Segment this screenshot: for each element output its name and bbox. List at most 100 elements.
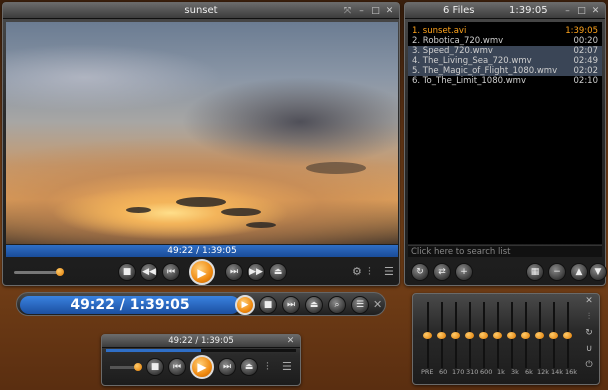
power-icon[interactable]: ⏻ — [585, 360, 592, 370]
eq-knob[interactable] — [535, 332, 544, 339]
stop-button[interactable]: ■ — [259, 296, 277, 314]
menu-icon[interactable]: ☰ — [351, 296, 369, 314]
volume-knob[interactable] — [134, 363, 142, 371]
close-icon[interactable]: ✕ — [285, 335, 296, 348]
main-titlebar[interactable]: sunset ⤧ – □ ✕ — [3, 3, 399, 19]
volume-knob[interactable] — [56, 268, 64, 276]
eq-label: 6k — [525, 368, 533, 376]
list-item[interactable]: 2. Robotica_720.wmv 00:20 — [408, 36, 602, 46]
mini-time-display[interactable]: 49:22 / 1:39:05 — [20, 296, 240, 314]
minimize-icon[interactable]: – — [356, 3, 367, 19]
mini-control-bar: 49:22 / 1:39:05 ▶ ■ ⏭ ⏏ ⌕ ☰ ✕ — [16, 292, 386, 316]
eq-knob[interactable] — [507, 332, 516, 339]
minimize-icon[interactable]: – — [562, 3, 573, 19]
eq-band[interactable] — [479, 302, 488, 370]
eq-knob[interactable] — [549, 332, 558, 339]
equalizer-icon[interactable]: ⫶ — [368, 265, 371, 279]
equalizer-icon[interactable]: ⫶ — [588, 312, 590, 322]
prev-button[interactable]: ⏮ — [162, 263, 180, 281]
next-button[interactable]: ⏭ — [282, 296, 300, 314]
eq-band[interactable] — [549, 302, 558, 370]
equalizer-icon[interactable]: ⫶ — [266, 360, 269, 374]
compact-player-window: 49:22 / 1:39:05 ✕ ■ ⏮ ▶ ⏭ ⏏ ⫶ ☰ — [101, 334, 301, 386]
main-controls: ■ ◀◀ ⏮ ▶ ⏭ ▶▶ ⏏ ⚙ ⫶ ☰ — [6, 259, 398, 285]
eq-knob[interactable] — [521, 332, 530, 339]
menu-icon[interactable]: ☰ — [384, 265, 394, 278]
eq-band[interactable] — [451, 302, 460, 370]
stop-button[interactable]: ■ — [146, 358, 164, 376]
compact-titlebar[interactable]: 49:22 / 1:39:05 ✕ — [102, 335, 300, 348]
playlist-search-input[interactable]: Click here to search list — [408, 245, 602, 257]
eq-band[interactable] — [563, 302, 572, 370]
forward-button[interactable]: ▶▶ — [247, 263, 265, 281]
close-icon[interactable]: ✕ — [590, 3, 601, 19]
eq-label: 16k — [565, 368, 578, 376]
prev-button[interactable]: ⏮ — [168, 358, 186, 376]
list-item[interactable]: 5. The_Magic_of_Flight_1080.wmv 02:02 — [408, 66, 602, 76]
main-window-title: sunset — [184, 5, 218, 16]
play-button[interactable]: ▶ — [235, 295, 255, 315]
eq-band[interactable] — [493, 302, 502, 370]
chevron-down-icon[interactable]: ▼ — [589, 263, 607, 281]
eq-knob[interactable] — [563, 332, 572, 339]
open-button[interactable]: ⏏ — [269, 263, 287, 281]
next-button[interactable]: ⏭ — [225, 263, 243, 281]
eq-knob[interactable] — [451, 332, 460, 339]
main-player-window: sunset ⤧ – □ ✕ 49:22 / 1:39:05 ■ ◀◀ ⏮ ▶ … — [2, 2, 400, 286]
eq-label: 60 — [439, 368, 448, 376]
playlist-list[interactable]: 1. sunset.avi 1:39:05 2. Robotica_720.wm… — [408, 22, 602, 244]
eq-side-controls: ✕ ⫶ ↻ ∪ ⏻ — [583, 296, 595, 370]
settings-icon[interactable]: ⚙ — [352, 265, 362, 278]
repeat-button[interactable]: ↻ — [411, 263, 429, 281]
eq-band[interactable] — [507, 302, 516, 370]
eq-label: 1k — [497, 368, 505, 376]
maximize-icon[interactable]: □ — [576, 3, 587, 19]
fullscreen-icon[interactable]: ⤧ — [342, 3, 353, 19]
open-button[interactable]: ⏏ — [240, 358, 258, 376]
reset-icon[interactable]: ↻ — [585, 328, 593, 338]
eq-band[interactable] — [423, 302, 432, 370]
close-icon[interactable]: ✕ — [384, 3, 395, 19]
seek-bar[interactable]: 49:22 / 1:39:05 — [6, 245, 398, 257]
remove-button[interactable]: − — [548, 263, 566, 281]
open-button[interactable]: ▦ — [526, 263, 544, 281]
close-icon[interactable]: ✕ — [373, 298, 382, 311]
rewind-button[interactable]: ◀◀ — [140, 263, 158, 281]
shuffle-button[interactable]: ⇄ — [433, 263, 451, 281]
eq-band[interactable] — [465, 302, 474, 370]
compact-seek-bar[interactable] — [106, 349, 296, 352]
list-item[interactable]: 1. sunset.avi 1:39:05 — [408, 26, 602, 36]
eq-knob[interactable] — [493, 332, 502, 339]
eq-knob[interactable] — [465, 332, 474, 339]
chevron-up-icon[interactable]: ▲ — [570, 263, 588, 281]
menu-icon[interactable]: ☰ — [282, 360, 292, 373]
volume-fill — [14, 271, 59, 274]
compact-time-label: 49:22 / 1:39:05 — [168, 336, 234, 346]
close-icon[interactable]: ✕ — [585, 296, 593, 306]
eq-band[interactable] — [437, 302, 446, 370]
next-button[interactable]: ⏭ — [218, 358, 236, 376]
play-button[interactable]: ▶ — [189, 259, 215, 285]
play-button[interactable]: ▶ — [190, 355, 214, 379]
eq-knob[interactable] — [479, 332, 488, 339]
playlist-window: 6 Files 1:39:05 – □ ✕ 1. sunset.avi 1:39… — [404, 2, 607, 286]
open-button[interactable]: ⏏ — [305, 296, 323, 314]
eq-band[interactable] — [521, 302, 530, 370]
magnet-icon[interactable]: ∪ — [586, 344, 593, 354]
list-item[interactable]: 3. Speed_720.wmv 02:07 — [408, 46, 602, 56]
equalizer-window: PRE 60 170 310 600 1k 3k 6k 12k 14k 16k … — [412, 293, 600, 385]
stop-button[interactable]: ■ — [118, 263, 136, 281]
maximize-icon[interactable]: □ — [370, 3, 381, 19]
eq-label: 170 — [452, 368, 465, 376]
video-area[interactable] — [6, 22, 398, 244]
eq-band[interactable] — [535, 302, 544, 370]
list-item[interactable]: 6. To_The_Limit_1080.wmv 02:10 — [408, 76, 602, 86]
eq-label: 12k — [537, 368, 550, 376]
add-button[interactable]: + — [455, 263, 473, 281]
eq-knob[interactable] — [437, 332, 446, 339]
search-icon[interactable]: ⌕ — [328, 296, 346, 314]
playlist-titlebar[interactable]: 6 Files 1:39:05 – □ ✕ — [405, 3, 605, 19]
eq-knob[interactable] — [423, 332, 432, 339]
list-item[interactable]: 4. The_Living_Sea_720.wmv 02:49 — [408, 56, 602, 66]
compact-seek-fill — [106, 349, 201, 352]
